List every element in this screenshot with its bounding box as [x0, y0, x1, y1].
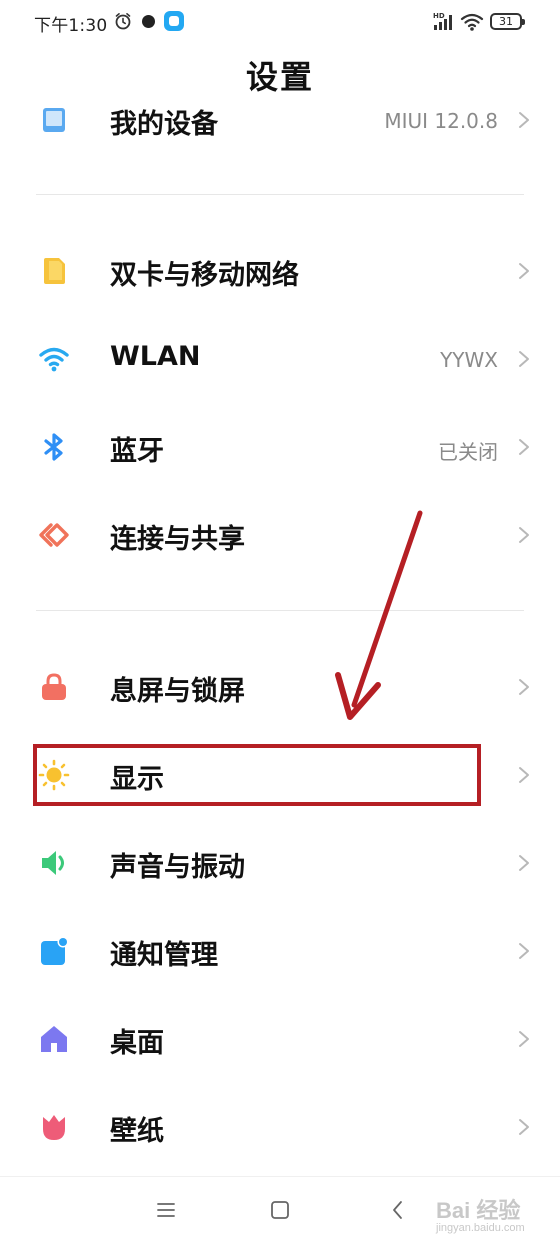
- back-icon[interactable]: [386, 1198, 410, 1222]
- chevron-right-icon: [519, 1119, 529, 1135]
- settings-item-value: MIUI 12.0.8: [384, 109, 498, 133]
- settings-item-my-device[interactable]: 我的设备 MIUI 12.0.8: [0, 108, 560, 164]
- notification-icon: [41, 936, 69, 965]
- section-divider: [36, 610, 524, 611]
- settings-item-label: 息屏与锁屏: [110, 676, 245, 707]
- battery-icon: 31: [490, 13, 525, 30]
- settings-item-value: 已关闭: [438, 440, 498, 464]
- settings-item-value: YYWX: [440, 348, 498, 372]
- record-dot-icon: [142, 15, 155, 28]
- settings-item-label: 声音与振动: [110, 852, 245, 883]
- chevron-right-icon: [519, 855, 529, 871]
- settings-item-sound-vibration[interactable]: 声音与振动: [0, 819, 560, 907]
- status-bar: 下午1:30 HD 31: [0, 0, 560, 44]
- settings-item-label: 双卡与移动网络: [110, 260, 299, 291]
- speaker-icon: [42, 851, 64, 875]
- settings-item-label: 蓝牙: [110, 436, 164, 467]
- chevron-right-icon: [519, 112, 529, 128]
- home-icon: [41, 1026, 67, 1052]
- settings-item-label: WLAN: [110, 341, 201, 372]
- settings-item-notifications[interactable]: 通知管理: [0, 907, 560, 995]
- device-icon: [43, 108, 65, 132]
- wifi-icon: [39, 347, 69, 372]
- chevron-right-icon: [519, 527, 529, 543]
- connection-share-icon: [39, 523, 69, 547]
- settings-item-label: 桌面: [110, 1028, 164, 1059]
- settings-item-label: 我的设备: [110, 109, 218, 140]
- watermark-url: jingyan.baidu.com: [436, 1222, 525, 1234]
- watermark-brand: Bai 经验: [436, 1198, 521, 1223]
- chevron-right-icon: [519, 679, 529, 695]
- settings-list[interactable]: 我的设备 MIUI 12.0.8 双卡与移动网络 WLAN YYWX 蓝牙 已关…: [0, 108, 560, 1176]
- wifi-status-icon: [460, 13, 484, 31]
- chevron-right-icon: [519, 767, 529, 783]
- annotation-arrow-icon: [335, 510, 423, 720]
- page-title: 设置: [245, 58, 314, 96]
- chevron-right-icon: [519, 263, 529, 279]
- highlight-box: [33, 744, 481, 806]
- settings-item-dual-sim[interactable]: 双卡与移动网络: [0, 227, 560, 315]
- settings-item-lock-screen[interactable]: 息屏与锁屏: [0, 643, 560, 731]
- settings-item-label: 通知管理: [110, 940, 218, 971]
- settings-item-label: 连接与共享: [110, 524, 245, 555]
- chevron-right-icon: [519, 1031, 529, 1047]
- svg-text:HD: HD: [433, 12, 445, 20]
- settings-item-label: 壁纸: [110, 1116, 164, 1147]
- app-notification-icon: [164, 11, 184, 31]
- chevron-right-icon: [519, 943, 529, 959]
- alarm-icon: [115, 13, 131, 30]
- settings-item-home-screen[interactable]: 桌面: [0, 995, 560, 1083]
- sim-card-icon: [44, 258, 65, 284]
- settings-item-connection-share[interactable]: 连接与共享: [0, 491, 560, 579]
- bluetooth-icon: [44, 433, 63, 461]
- home-button-icon[interactable]: [268, 1198, 292, 1222]
- settings-item-wallpaper[interactable]: 壁纸: [0, 1083, 560, 1171]
- signal-hd-icon: HD: [433, 12, 452, 30]
- lock-icon: [42, 673, 66, 700]
- section-divider: [36, 194, 524, 195]
- tulip-icon: [43, 1115, 65, 1140]
- settings-item-wlan[interactable]: WLAN YYWX: [0, 315, 560, 403]
- status-time: 下午1:30: [34, 16, 108, 36]
- chevron-right-icon: [519, 439, 529, 455]
- menu-icon[interactable]: [154, 1198, 178, 1222]
- chevron-right-icon: [519, 351, 529, 367]
- settings-item-bluetooth[interactable]: 蓝牙 已关闭: [0, 403, 560, 491]
